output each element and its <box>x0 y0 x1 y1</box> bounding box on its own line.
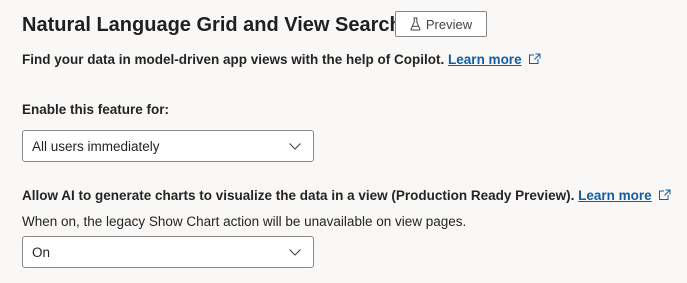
legacy-chart-note: When on, the legacy Show Chart action wi… <box>22 214 467 229</box>
flask-icon <box>410 17 421 31</box>
external-link-icon[interactable] <box>658 188 671 206</box>
ai-charts-label: Allow AI to generate charts to visualize… <box>22 187 671 206</box>
preview-badge: Preview <box>395 11 487 37</box>
preview-badge-label: Preview <box>425 16 473 32</box>
enable-feature-value: All users immediately <box>32 138 160 154</box>
external-link-icon[interactable] <box>528 52 541 70</box>
learn-more-link[interactable]: Learn more <box>448 52 522 67</box>
feature-description: Find your data in model-driven app views… <box>22 51 541 70</box>
enable-feature-dropdown[interactable]: All users immediately <box>22 130 314 162</box>
page-title: Natural Language Grid and View Search <box>22 14 402 36</box>
chevron-down-icon <box>289 142 301 150</box>
description-text: Find your data in model-driven app views… <box>22 52 445 67</box>
chevron-down-icon <box>289 248 301 256</box>
enable-feature-label: Enable this feature for: <box>22 102 170 117</box>
charts-learn-more-link[interactable]: Learn more <box>578 188 652 203</box>
ai-charts-dropdown[interactable]: On <box>22 236 314 268</box>
ai-charts-value: On <box>32 244 51 260</box>
ai-charts-label-text: Allow AI to generate charts to visualize… <box>22 188 575 203</box>
